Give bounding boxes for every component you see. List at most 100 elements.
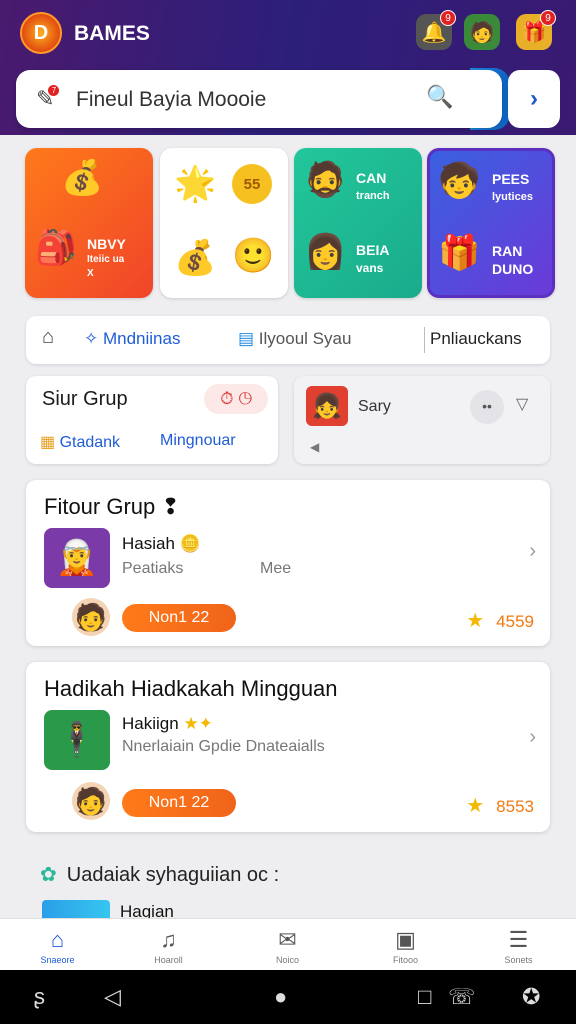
group-link-a[interactable]: ▦ Gtadank (40, 432, 120, 452)
more-icon[interactable]: •• (470, 390, 504, 424)
tab-label: Hoaroll (154, 955, 183, 965)
chevron-right-icon[interactable]: › (508, 70, 560, 128)
item-sub: Peatiaks (122, 560, 184, 577)
notification-badge: 9 (440, 10, 456, 26)
treasure-icon: 💰 (61, 159, 104, 197)
group-link-b[interactable]: Mingnouar (160, 432, 236, 450)
group-box-title: Siur Grup (42, 388, 128, 410)
card-title: Fitour Grup ❢ (44, 494, 180, 520)
game-tile-3[interactable]: 🧔 CAN tranch 👩 BEIA vans (294, 148, 422, 298)
item-name: Hakiign ★✦ (122, 714, 213, 734)
recents-icon[interactable]: □ (418, 984, 431, 1010)
tab-fitooo[interactable]: ▣ Fitooo (348, 919, 463, 971)
gift-icon: 🎒 (35, 229, 78, 267)
avatar: 🧑 (72, 782, 110, 820)
tile-4-line-4: DUNO (492, 261, 534, 277)
home-button-icon[interactable]: ● (274, 984, 287, 1010)
item-name: Hasiah 🪙 (122, 534, 201, 554)
tile-4-line-1: PEES (492, 171, 530, 187)
sparkle-icon: ★✦ (183, 714, 213, 733)
clipboard-icon: ▣ (395, 927, 416, 952)
filter-c[interactable]: Pnliauckans (430, 329, 522, 349)
star-outline-icon: ✧ (84, 329, 103, 348)
assistant-icon[interactable]: ✪ (522, 984, 540, 1010)
filter-b-label: Ilyooul Syau (258, 329, 352, 348)
score-value: 8553 (496, 797, 534, 816)
back-small-icon[interactable]: ◀ (310, 440, 319, 454)
timer-icon[interactable]: ⏱ ◷ (204, 384, 268, 414)
search-placeholder[interactable]: Fineul Bayia Moooie (76, 88, 266, 112)
document-icon: ▤ (238, 329, 259, 348)
app-title: BAMES (74, 22, 150, 45)
tile-3-line-2: tranch (356, 190, 390, 202)
action-pill[interactable]: Non1 22 (122, 789, 236, 817)
tab-noico[interactable]: ✉ Noico (230, 919, 345, 971)
star-icon: ★ (466, 610, 485, 632)
menu-icon[interactable]: ʂ (34, 984, 45, 1010)
notification-icon[interactable]: 🔔 9 (416, 10, 456, 50)
game-tile-1[interactable]: 💰 🎒 NBVY Iteiic ua X (25, 148, 153, 298)
tile-4-line-3: RAN (492, 243, 523, 259)
card-title-text: Fitour Grup (44, 494, 156, 519)
tile-4-line-2: lyutices (492, 191, 533, 203)
character-thumb[interactable]: 🕴 (44, 710, 110, 770)
chevron-right-icon[interactable]: › (529, 726, 536, 749)
action-pill[interactable]: Non1 22 (122, 604, 236, 632)
item-sub: Nnerlaiain Gpdie Dnateaialls (122, 738, 325, 755)
tab-label: Snaeore (40, 955, 75, 965)
group-link-a-label: Gtadank (59, 434, 121, 451)
chevron-right-icon[interactable]: › (529, 540, 536, 563)
chest-badge: 9 (540, 10, 556, 26)
tab-home[interactable]: ⌂ Snaeore (0, 919, 115, 971)
tab-label: Sonets (504, 955, 533, 965)
treasure-icon: 🎁 (438, 234, 481, 272)
character-icon: 👧 (306, 386, 348, 426)
score-value: 4559 (496, 612, 534, 631)
group-box[interactable]: Siur Grup ⏱ ◷ ▦ Gtadank Mingnouar (26, 376, 278, 464)
sary-label: Sary (358, 398, 391, 415)
filter-b[interactable]: ▤ Ilyooul Syau (238, 329, 351, 349)
card-fitour-grup: Fitour Grup ❢ 🧝 Hasiah 🪙 Peatiaks Mee › … (26, 480, 550, 646)
character-icon: 👩 (304, 233, 347, 271)
coins-icon: ▦ (40, 434, 60, 451)
item-sub-2: Mee (260, 560, 292, 577)
treasure-chest-icon[interactable]: 🎁 9 (516, 10, 556, 50)
section-suffix: oc : (246, 864, 280, 886)
coin-icon: 55 (232, 164, 272, 204)
sary-box[interactable]: 👧 Sary •• ▽ ◀ (294, 376, 550, 464)
home-icon: ⌂ (50, 927, 65, 952)
filter-a[interactable]: ✧ Mndniinas (84, 329, 180, 349)
tile-1-line-3: X (87, 268, 94, 279)
peek-thumb[interactable] (42, 900, 110, 920)
character-icon: 🧔 (304, 161, 347, 199)
search-icon[interactable]: 🔍 (426, 84, 453, 110)
search-bar[interactable]: ✎ 7 Fineul Bayia Moooie 🔍 (16, 70, 502, 128)
dropdown-icon[interactable]: ▽ (516, 394, 528, 414)
face-icon: 🙂 (232, 237, 275, 275)
tab-sonets[interactable]: ☰ Sonets (461, 919, 576, 971)
chat-icon[interactable]: ☏ (448, 984, 476, 1010)
item-name-text: Hasiah (122, 534, 175, 553)
section-title: Uadaiak syhaguiian (66, 864, 242, 886)
section-heading: ✿ Uadaiak syhaguiian oc : (40, 862, 279, 887)
filter-a-label: Mndniinas (102, 329, 181, 348)
bottom-tab-bar: ⌂ Snaeore ♫ Hoaroll ✉ Noico ▣ Fitooo ☰ Sonets (0, 918, 576, 970)
home-icon[interactable]: ⌂ (42, 326, 54, 349)
score: ★ 8553 (466, 793, 534, 818)
tab-hoaroll[interactable]: ♫ Hoaroll (111, 919, 226, 971)
search-badge: 7 (47, 84, 61, 97)
divider (424, 327, 425, 353)
logo-glyph: D (33, 21, 49, 44)
character-icon[interactable]: 🧑 (464, 14, 500, 50)
back-icon[interactable]: ◁ (104, 984, 121, 1010)
coin-icon: 🪙 (179, 534, 201, 553)
card-title: Hadikah Hiadkakah Mingguan (44, 676, 338, 701)
game-tile-2[interactable]: 🌟 55 💰 🙂 (160, 148, 288, 298)
layers-icon: ☰ (508, 927, 529, 952)
tab-label: Fitooo (392, 955, 418, 965)
game-tile-4[interactable]: 🧒 PEES lyutices 🎁 RAN DUNO (427, 148, 555, 298)
filter-bar: ⌂ ✧ Mndniinas ▤ Ilyooul Syau Pnliauckans (26, 316, 550, 364)
money-bag-icon: 💰 (174, 239, 217, 277)
tile-3-line-3: BEIA (356, 242, 390, 258)
character-thumb[interactable]: 🧝 (44, 528, 110, 588)
